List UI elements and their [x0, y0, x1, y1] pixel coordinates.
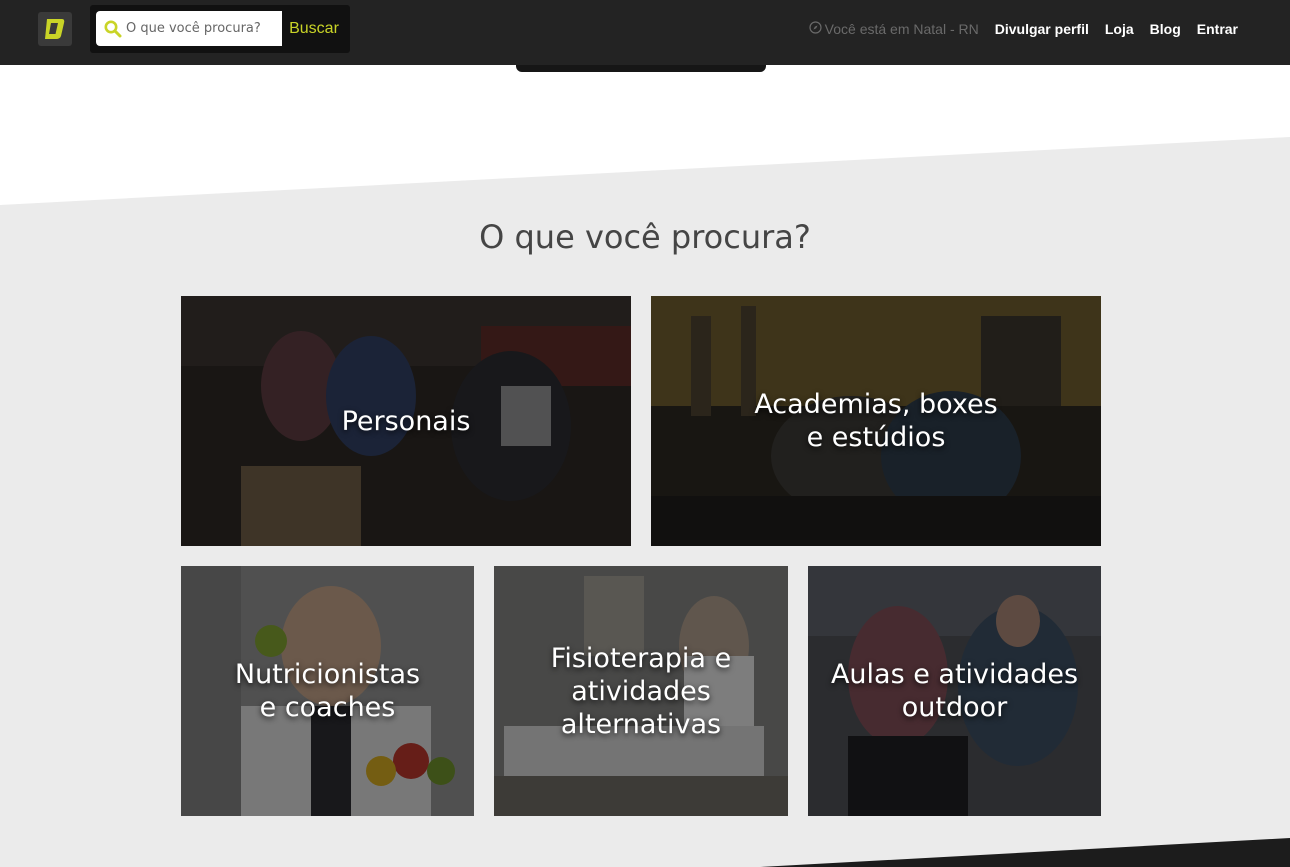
card-label: Nutricionistas e coaches: [181, 566, 474, 816]
nav-loja[interactable]: Loja: [1105, 21, 1134, 37]
card-label: Academias, boxes e estúdios: [651, 296, 1101, 546]
location-text: Você está em Natal - RN: [824, 21, 979, 37]
card-label-line: Nutricionistas: [234, 659, 421, 690]
search-field-container: [96, 11, 282, 46]
search-bar: Buscar: [90, 5, 350, 53]
card-label-line: e estúdios: [806, 422, 946, 453]
card-label: Personais: [181, 296, 631, 546]
section-title: O que você procura?: [479, 218, 811, 256]
search-icon: [104, 20, 122, 42]
location-indicator[interactable]: Você está em Natal - RN: [809, 21, 979, 37]
compass-icon: [809, 21, 822, 37]
top-header: Buscar Você está em Natal - RN Divulgar …: [0, 0, 1290, 65]
nav-blog[interactable]: Blog: [1150, 21, 1181, 37]
logo-icon[interactable]: [38, 12, 72, 46]
category-card-personais[interactable]: Personais: [181, 296, 631, 546]
card-label-line: Aulas e atividades: [830, 659, 1079, 690]
category-card-fisioterapia[interactable]: Fisioterapia e atividades alternativas: [494, 566, 788, 816]
card-label-line: Personais: [341, 405, 471, 437]
nav-divulgar-perfil[interactable]: Divulgar perfil: [995, 21, 1089, 37]
card-label-line: outdoor: [901, 692, 1008, 723]
nav-entrar[interactable]: Entrar: [1197, 21, 1238, 37]
card-label-line: atividades alternativas: [560, 675, 722, 740]
category-card-aulas[interactable]: Aulas e atividades outdoor: [808, 566, 1101, 816]
card-label-line: Fisioterapia e: [550, 642, 732, 674]
category-card-academias[interactable]: Academias, boxes e estúdios: [651, 296, 1101, 546]
card-label-line: e coaches: [259, 692, 396, 723]
card-label: Aulas e atividades outdoor: [808, 566, 1101, 816]
card-label: Fisioterapia e atividades alternativas: [494, 566, 788, 816]
search-input[interactable]: [126, 11, 278, 46]
card-label-line: Academias, boxes: [754, 389, 998, 420]
header-nav: Você está em Natal - RN Divulgar perfil …: [809, 0, 1238, 58]
search-button[interactable]: Buscar: [284, 11, 344, 46]
category-card-nutricionistas[interactable]: Nutricionistas e coaches: [181, 566, 474, 816]
